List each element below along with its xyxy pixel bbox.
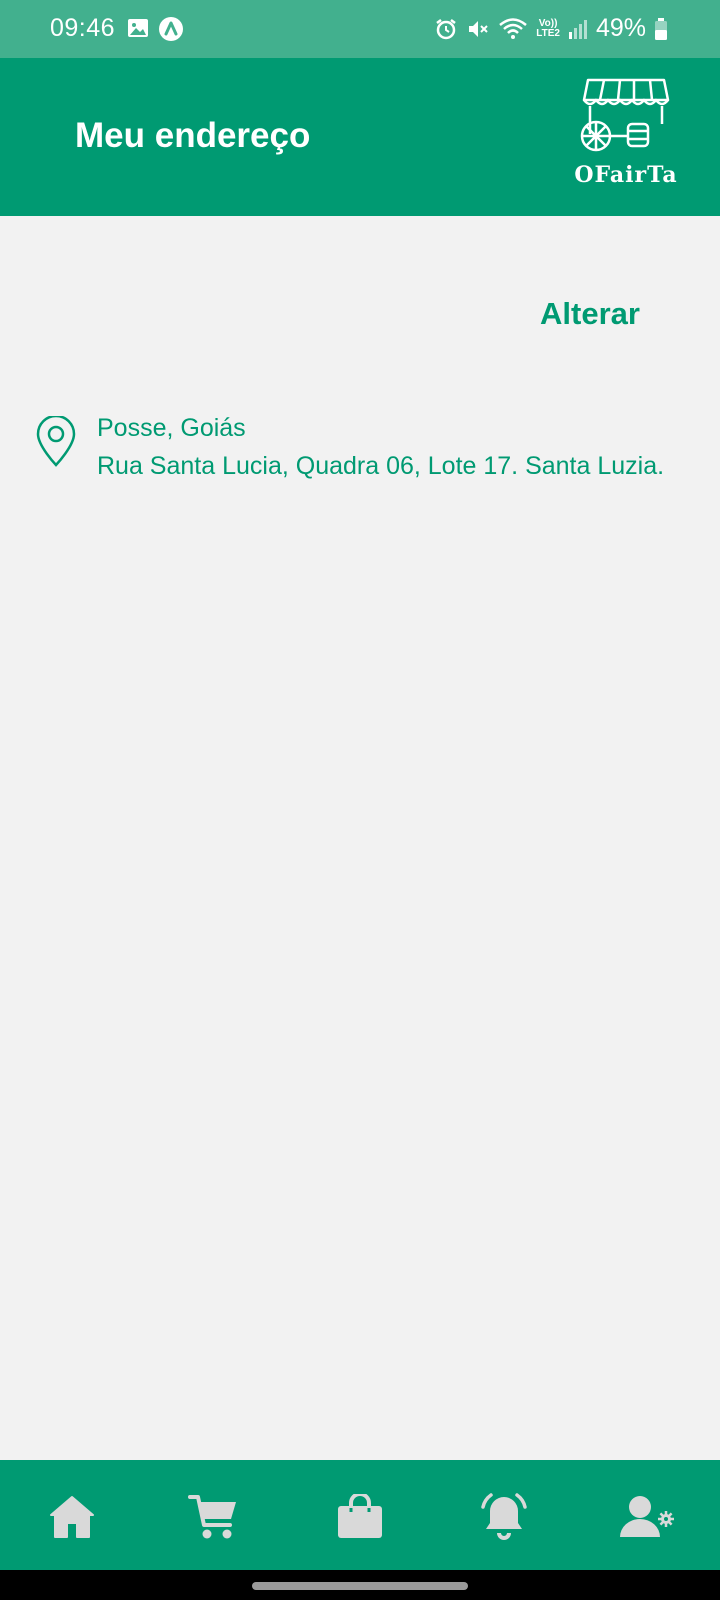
nav-profile-settings-button[interactable] xyxy=(618,1490,678,1544)
app-logo: OFairTa xyxy=(566,76,686,206)
bottom-navigation xyxy=(0,1460,720,1570)
nav-orders-button[interactable] xyxy=(330,1490,390,1544)
address-street: Rua Santa Lucia, Quadra 06, Lote 17. San… xyxy=(97,452,665,480)
location-pin-icon xyxy=(36,414,76,473)
network-type: Vo)) LTE2 xyxy=(536,17,560,39)
gallery-icon xyxy=(126,16,150,47)
status-right-icons: Vo)) LTE2 49% xyxy=(434,14,668,43)
home-icon xyxy=(50,1496,94,1538)
page-title: Meu endereço xyxy=(75,116,311,155)
battery-icon xyxy=(654,17,668,41)
cart-icon xyxy=(188,1495,236,1539)
system-navigation-bar xyxy=(0,1570,720,1600)
bell-icon xyxy=(481,1493,527,1540)
logo-text: OFairTa xyxy=(574,162,678,188)
status-bar: 09:46 Vo)) LTE2 49% xyxy=(0,0,720,58)
alarm-icon xyxy=(434,17,458,41)
nav-home-button[interactable] xyxy=(42,1490,102,1544)
signal-icon xyxy=(568,18,588,40)
change-address-button[interactable]: Alterar xyxy=(540,296,640,332)
status-time: 09:46 xyxy=(50,14,116,42)
wifi-icon xyxy=(498,17,528,41)
mute-icon xyxy=(466,17,490,41)
app-header: Meu endereço OFairTa xyxy=(0,58,720,216)
app-notification-icon xyxy=(158,16,184,47)
shopping-bag-icon xyxy=(338,1494,382,1538)
nav-cart-button[interactable] xyxy=(183,1490,243,1544)
home-gesture-handle[interactable] xyxy=(252,1582,468,1590)
battery-percent: 49% xyxy=(595,14,646,42)
status-left-icons xyxy=(126,16,184,47)
user-settings-icon xyxy=(620,1496,674,1537)
address-city-state: Posse, Goiás xyxy=(97,414,246,442)
market-stall-icon xyxy=(580,78,670,152)
nav-notifications-button[interactable] xyxy=(474,1490,534,1544)
